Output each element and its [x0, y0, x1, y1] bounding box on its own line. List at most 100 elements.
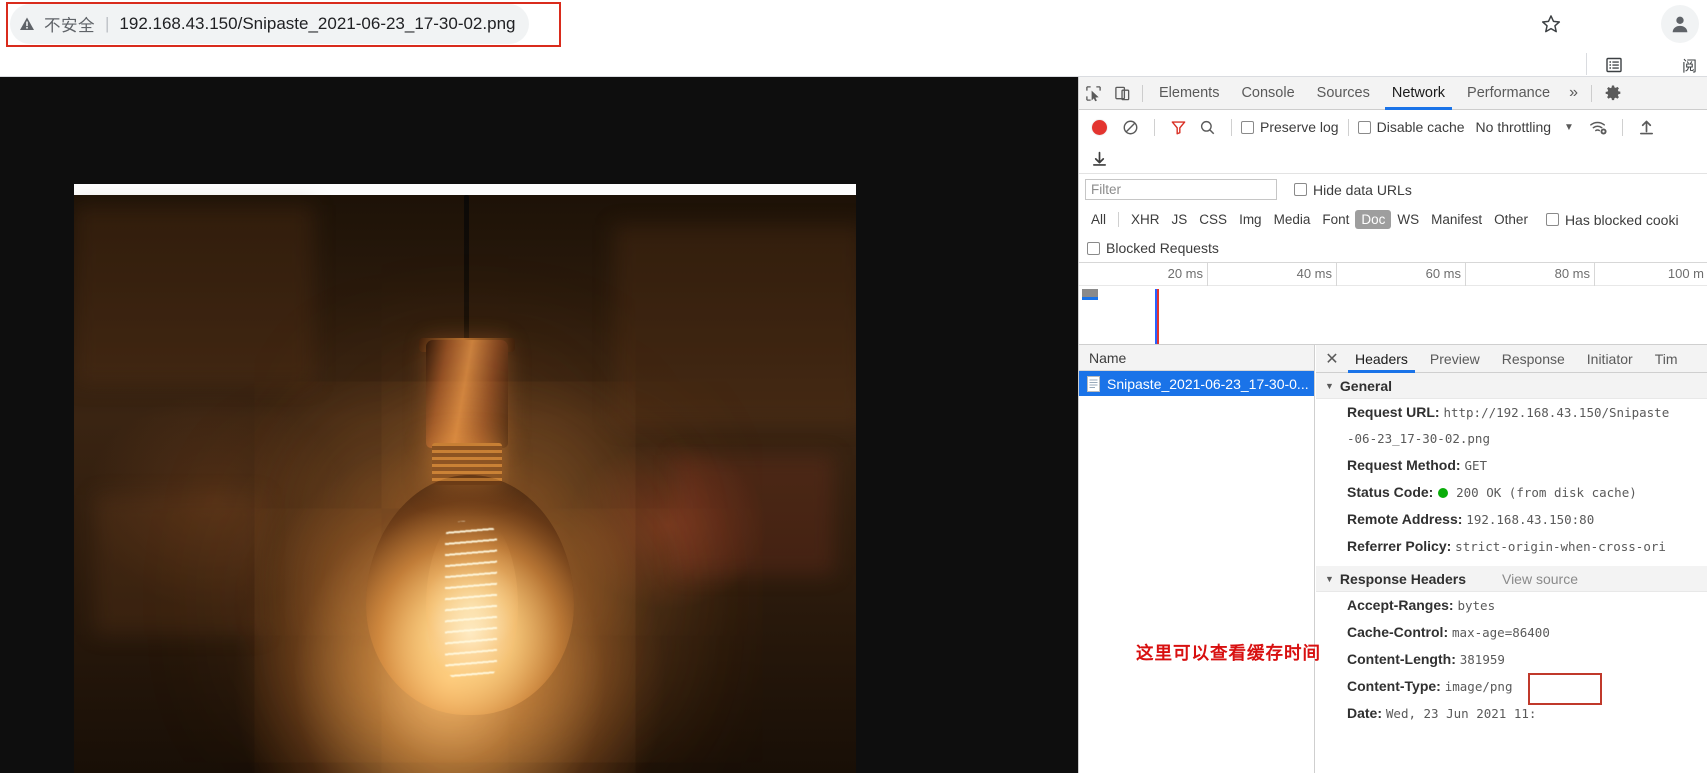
timeline-tick: 100 m: [1667, 266, 1704, 281]
clear-requests-icon[interactable]: [1116, 114, 1145, 141]
document-icon: [1087, 375, 1100, 392]
checkbox-box[interactable]: [1294, 183, 1307, 196]
checkbox-box[interactable]: [1241, 120, 1254, 134]
header-key: Accept-Ranges:: [1347, 597, 1454, 613]
detail-tabstrip: ✕ Headers Preview Response Initiator Tim: [1316, 345, 1707, 373]
photo-blur-shape: [614, 225, 856, 425]
bookmarks-strip: 阅: [0, 51, 1707, 77]
checkbox-box[interactable]: [1357, 120, 1371, 134]
filter-funnel-icon[interactable]: [1164, 114, 1193, 141]
omnibox[interactable]: 不安全 | 192.168.43.150/Snipaste_2021-06-23…: [10, 4, 530, 44]
record-stop-icon[interactable]: [1092, 119, 1107, 135]
toolbar-divider: [1590, 84, 1592, 102]
inspect-element-icon[interactable]: [1079, 80, 1108, 107]
toolbar-divider: [1231, 118, 1232, 136]
response-headers-section-header[interactable]: ▼ Response Headers View source: [1316, 566, 1707, 592]
header-row-request-url: Request URL: http://192.168.43.150/Snipa…: [1316, 399, 1707, 426]
hide-data-urls-label: Hide data URLs: [1313, 181, 1412, 198]
close-icon[interactable]: ✕: [1320, 347, 1344, 371]
network-toolbar-secondary: [1079, 144, 1707, 174]
import-har-icon[interactable]: [1632, 114, 1661, 141]
detail-tab-preview[interactable]: Preview: [1419, 345, 1491, 373]
more-tabs-chevron-icon[interactable]: »: [1561, 84, 1586, 102]
devtools-tabstrip: Elements Console Sources Network Perform…: [1079, 77, 1707, 110]
chevron-down-icon[interactable]: ▼: [1564, 122, 1574, 133]
reading-list-icon[interactable]: [1603, 54, 1625, 76]
preserve-log-checkbox[interactable]: Preserve log: [1241, 119, 1339, 135]
header-key: Request URL:: [1347, 404, 1440, 420]
response-headers-section-title: Response Headers: [1339, 570, 1466, 587]
omnibox-divider: |: [105, 14, 110, 33]
header-value: 381959: [1459, 652, 1505, 667]
header-row-request-method: Request Method: GET: [1316, 452, 1707, 479]
tab-performance[interactable]: Performance: [1456, 77, 1561, 110]
general-section-header[interactable]: ▼ General: [1316, 373, 1707, 399]
detail-tab-response[interactable]: Response: [1491, 345, 1576, 373]
url-text: 192.168.43.150/Snipaste_2021-06-23_17-30…: [119, 14, 516, 33]
type-filter-doc[interactable]: Doc: [1355, 210, 1392, 229]
detail-tab-timing[interactable]: Tim: [1644, 345, 1689, 373]
header-row-cache-control: Cache-Control: max-age=86400: [1316, 619, 1707, 646]
timeline-tick: 80 ms: [1466, 263, 1595, 286]
image-top-edge: [74, 184, 856, 195]
checkbox-box[interactable]: [1087, 241, 1100, 255]
header-row-accept-ranges: Accept-Ranges: bytes: [1316, 592, 1707, 619]
blocked-requests-checkbox[interactable]: Blocked Requests: [1087, 240, 1219, 256]
filter-input[interactable]: [1085, 179, 1277, 200]
tab-sources[interactable]: Sources: [1306, 77, 1381, 110]
header-value: http://192.168.43.150/Snipaste: [1443, 405, 1670, 420]
star-icon[interactable]: [1533, 6, 1569, 42]
view-source-link[interactable]: View source: [1502, 571, 1578, 587]
caret-down-icon: ▼: [1325, 380, 1334, 391]
hide-data-urls-checkbox[interactable]: Hide data URLs: [1294, 182, 1412, 198]
header-row-referrer-policy: Referrer Policy: strict-origin-when-cros…: [1316, 533, 1707, 560]
detail-tab-initiator[interactable]: Initiator: [1576, 345, 1644, 373]
column-header-name[interactable]: Name: [1079, 345, 1314, 371]
type-filter-manifest[interactable]: Manifest: [1425, 210, 1488, 229]
browser-toolbar: 不安全 | 192.168.43.150/Snipaste_2021-06-23…: [0, 0, 1707, 51]
detail-tab-headers[interactable]: Headers: [1344, 345, 1419, 373]
checkbox-box[interactable]: [1545, 213, 1559, 226]
page-content-viewport: [0, 77, 1078, 773]
tab-network[interactable]: Network: [1381, 77, 1456, 110]
header-key: Request Method:: [1347, 457, 1461, 473]
network-overview-timeline[interactable]: 20 ms 40 ms 60 ms 80 ms 100 m: [1079, 263, 1707, 345]
timeline-ruler: 20 ms 40 ms 60 ms 80 ms 100 m: [1079, 263, 1707, 286]
resource-type-filters: All XHR JS CSS Img Media Font Doc WS Man…: [1079, 205, 1707, 234]
header-row-content-length: Content-Length: 381959: [1316, 646, 1707, 673]
header-row-status-code: Status Code: 200 OK (from disk cache): [1316, 479, 1707, 506]
type-filter-xhr[interactable]: XHR: [1125, 210, 1166, 229]
device-toolbar-icon[interactable]: [1108, 80, 1137, 107]
has-blocked-cookies-checkbox[interactable]: Has blocked cooki: [1545, 212, 1679, 228]
photo-blur-shape: [674, 455, 834, 575]
network-conditions-icon[interactable]: [1584, 114, 1613, 141]
request-name: Snipaste_2021-06-23_17-30-0...: [1107, 375, 1309, 392]
header-value: image/png: [1444, 679, 1513, 694]
type-filter-other[interactable]: Other: [1488, 210, 1534, 229]
type-filter-js[interactable]: JS: [1166, 210, 1194, 229]
disable-cache-checkbox[interactable]: Disable cache: [1357, 119, 1465, 135]
tab-elements[interactable]: Elements: [1148, 77, 1230, 110]
table-row[interactable]: Snipaste_2021-06-23_17-30-0...: [1079, 371, 1314, 396]
type-filter-media[interactable]: Media: [1268, 210, 1317, 229]
header-value-continuation: -06-23_17-30-02.png: [1347, 431, 1490, 446]
header-key: Status Code:: [1347, 484, 1434, 500]
type-filter-ws[interactable]: WS: [1391, 210, 1425, 229]
timeline-tick: 40 ms: [1208, 263, 1337, 286]
type-filter-css[interactable]: CSS: [1193, 210, 1233, 229]
gear-icon[interactable]: [1599, 80, 1628, 107]
throttling-select[interactable]: No throttling: [1476, 119, 1551, 135]
type-filter-font[interactable]: Font: [1316, 210, 1355, 229]
type-filter-all[interactable]: All: [1085, 210, 1112, 229]
search-icon[interactable]: [1193, 114, 1222, 141]
export-har-icon[interactable]: [1085, 145, 1114, 172]
caret-down-icon: ▼: [1325, 573, 1334, 584]
tab-console[interactable]: Console: [1230, 77, 1305, 110]
reading-list-label: 阅: [1681, 58, 1697, 75]
bulb-cord: [464, 195, 469, 343]
type-filter-img[interactable]: Img: [1233, 210, 1268, 229]
profile-avatar-icon[interactable]: [1661, 5, 1699, 43]
toolbar-divider: [1347, 118, 1349, 136]
header-key: Content-Length:: [1347, 651, 1456, 667]
header-value: strict-origin-when-cross-ori: [1455, 539, 1666, 554]
